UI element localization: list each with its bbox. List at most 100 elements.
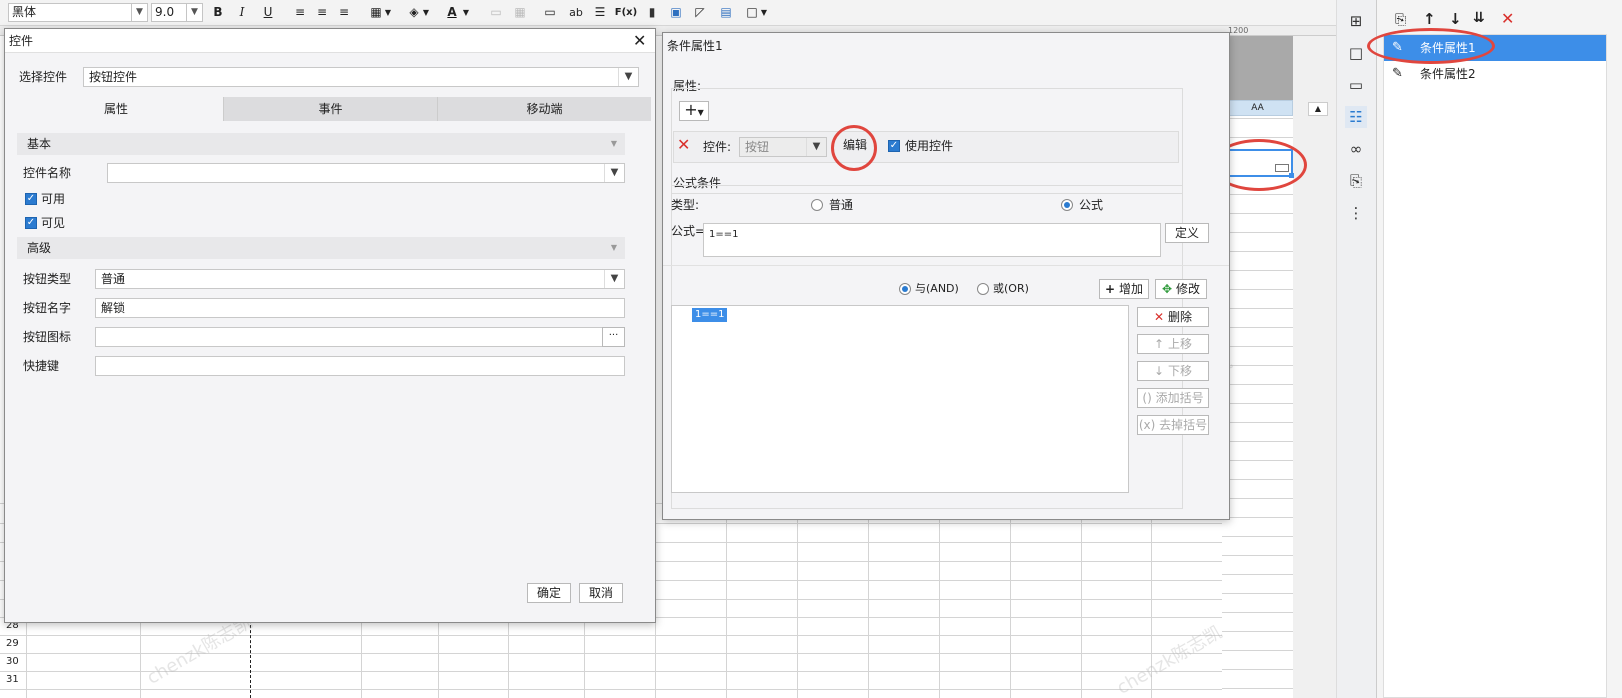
plus-icon: + — [1105, 282, 1116, 296]
sheet-header-shade — [1222, 26, 1293, 100]
bold-button[interactable]: B — [208, 3, 228, 22]
section-title: 高级 — [27, 241, 52, 255]
radio-normal-label: 普通 — [829, 198, 854, 212]
row-number[interactable]: 30 — [0, 656, 26, 667]
button-type-select[interactable]: 普通 ▼ — [95, 269, 625, 289]
define-button[interactable]: 定义 — [1165, 223, 1209, 243]
align-center-icon[interactable]: ≡ — [312, 3, 332, 22]
condition-item-2[interactable]: ✎ 条件属性2 — [1384, 61, 1606, 87]
merge-cells-icon[interactable]: ▭ — [486, 3, 506, 22]
tab-events[interactable]: 事件 — [223, 97, 437, 121]
tab-label: 属性 — [103, 102, 128, 116]
control-type-select[interactable]: 按钮控件 ▼ — [83, 67, 639, 87]
italic-button[interactable]: I — [232, 3, 252, 22]
button-icon-input[interactable] — [95, 327, 603, 347]
radio-normal[interactable] — [811, 199, 823, 211]
delete-icon[interactable]: ✕ — [1501, 9, 1514, 28]
text-field-icon[interactable]: ▭ — [540, 3, 560, 22]
font-name-select[interactable]: 黑体 ▼ — [8, 3, 148, 22]
bar-chart-icon[interactable]: ▮ — [642, 3, 662, 22]
radio-formula[interactable] — [1061, 199, 1073, 211]
add-bracket-button[interactable]: () 添加括号 — [1137, 388, 1209, 408]
control-name-input[interactable]: ▼ — [107, 163, 625, 183]
remove-attribute-icon[interactable]: ✕ — [677, 135, 690, 154]
condition-attributes-icon[interactable]: ☷ — [1345, 106, 1367, 128]
tree-structure-icon[interactable]: ⋮ — [1345, 202, 1367, 224]
align-left-icon[interactable]: ≡ — [290, 3, 310, 22]
arrow-up-icon: ↑ — [1154, 337, 1165, 351]
move-down-button[interactable]: ↓ 下移 — [1137, 361, 1209, 381]
tab-attributes[interactable]: 属性 — [9, 97, 223, 121]
browse-icon-button[interactable]: ··· — [602, 327, 625, 347]
widget-settings-icon[interactable]: ▭ — [1345, 74, 1367, 96]
delete-condition-button[interactable]: ✕ 删除 — [1137, 307, 1209, 327]
condition-list: ✎ 条件属性1 ✎ 条件属性2 — [1383, 34, 1607, 698]
underline-button[interactable]: U — [258, 3, 278, 22]
cancel-button[interactable]: 取消 — [579, 583, 623, 603]
arrow-down-icon[interactable]: ↓ — [1449, 10, 1462, 28]
button-type-value: 普通 — [101, 272, 126, 286]
formula-input[interactable]: 1==1 — [703, 223, 1161, 257]
move-bottom-icon[interactable]: ⇊ — [1473, 10, 1485, 26]
move-up-label: 上移 — [1167, 337, 1192, 351]
row-number[interactable]: 29 — [0, 638, 26, 649]
condition-tree-item[interactable]: 1==1 — [692, 308, 728, 322]
font-color-icon[interactable]: A — [442, 3, 462, 22]
remove-bracket-button[interactable]: (x) 去掉括号 — [1137, 415, 1209, 435]
hyperlink-icon[interactable]: ∞ — [1345, 138, 1367, 160]
button-name-label: 按钮名字 — [23, 301, 72, 315]
visible-checkbox[interactable]: ✓ — [25, 217, 37, 229]
chevron-down-icon[interactable]: ▼ — [382, 3, 394, 22]
move-down-label: 下移 — [1167, 364, 1192, 378]
font-size-select[interactable]: 9.0 ▼ — [151, 3, 203, 22]
visible-label: 可见 — [41, 216, 66, 230]
cell-style-icon[interactable]: □ — [1345, 42, 1367, 64]
add-attribute-button[interactable]: +▼ — [679, 101, 709, 121]
enabled-checkbox[interactable]: ✓ — [25, 193, 37, 205]
align-right-icon[interactable]: ≡ — [334, 3, 354, 22]
formula-label: 公式= — [671, 224, 706, 238]
control-type-select[interactable]: 按钮 ▼ — [739, 137, 827, 157]
basic-section-header[interactable]: 基本 ▼ — [17, 133, 625, 155]
control-name-label: 控件名称 — [23, 166, 72, 180]
radio-or-label: 或(OR) — [993, 282, 1029, 295]
data-column-icon[interactable]: ⎘ — [1345, 170, 1367, 192]
slash-line-icon[interactable]: ◸ — [690, 3, 710, 22]
advanced-section-header[interactable]: 高级 ▼ — [17, 237, 625, 259]
shortcut-input[interactable] — [95, 356, 625, 376]
split-cells-icon[interactable]: ▦ — [510, 3, 530, 22]
text-icon[interactable]: ab — [566, 3, 586, 22]
button-name-input[interactable]: 解锁 — [95, 298, 625, 318]
chevron-up-icon[interactable]: ▲ — [1308, 102, 1328, 116]
chevron-down-icon[interactable]: ▼ — [420, 3, 432, 22]
add-bracket-label: 添加括号 — [1155, 391, 1204, 405]
chevron-down-icon[interactable]: ▼ — [460, 3, 472, 22]
close-icon[interactable]: ✕ — [633, 31, 646, 50]
cell-attributes-icon[interactable]: ⊞ — [1345, 10, 1367, 32]
image-icon[interactable]: ▣ — [666, 3, 686, 22]
formula-icon[interactable]: F(x) — [614, 3, 638, 22]
ok-button[interactable]: 确定 — [527, 583, 571, 603]
sub-report-icon[interactable]: ▤ — [716, 3, 736, 22]
column-header-aa[interactable]: AA — [1222, 100, 1293, 116]
move-up-button[interactable]: ↑ 上移 — [1137, 334, 1209, 354]
modify-condition-button[interactable]: ✥ 修改 — [1155, 279, 1207, 299]
condition-tree[interactable]: 1==1 — [671, 305, 1129, 493]
control-type-value: 按钮控件 — [89, 70, 138, 84]
radio-and[interactable] — [899, 283, 911, 295]
add-condition-button[interactable]: + 增加 — [1099, 279, 1149, 299]
condition-item-label: 条件属性2 — [1420, 67, 1476, 81]
collapse-icon: ▼ — [610, 139, 617, 148]
remove-bracket-icon: (x) — [1138, 418, 1156, 432]
radio-or[interactable] — [977, 283, 989, 295]
chevron-down-icon[interactable]: ▼ — [758, 3, 770, 22]
row-number[interactable]: 31 — [0, 674, 26, 685]
control-type-value: 按钮 — [745, 140, 770, 154]
use-control-checkbox[interactable]: ✓ — [888, 140, 900, 152]
arrow-up-icon[interactable]: ↑ — [1423, 10, 1436, 28]
paragraph-icon[interactable]: ☰ — [590, 3, 610, 22]
chevron-down-icon: ▼ — [131, 4, 147, 21]
side-icon-rail: ⊞ □ ▭ ☷ ∞ ⎘ ⋮ — [1336, 0, 1376, 698]
tab-mobile[interactable]: 移动端 — [437, 97, 651, 121]
copy-icon[interactable]: ⎘ — [1395, 12, 1406, 28]
